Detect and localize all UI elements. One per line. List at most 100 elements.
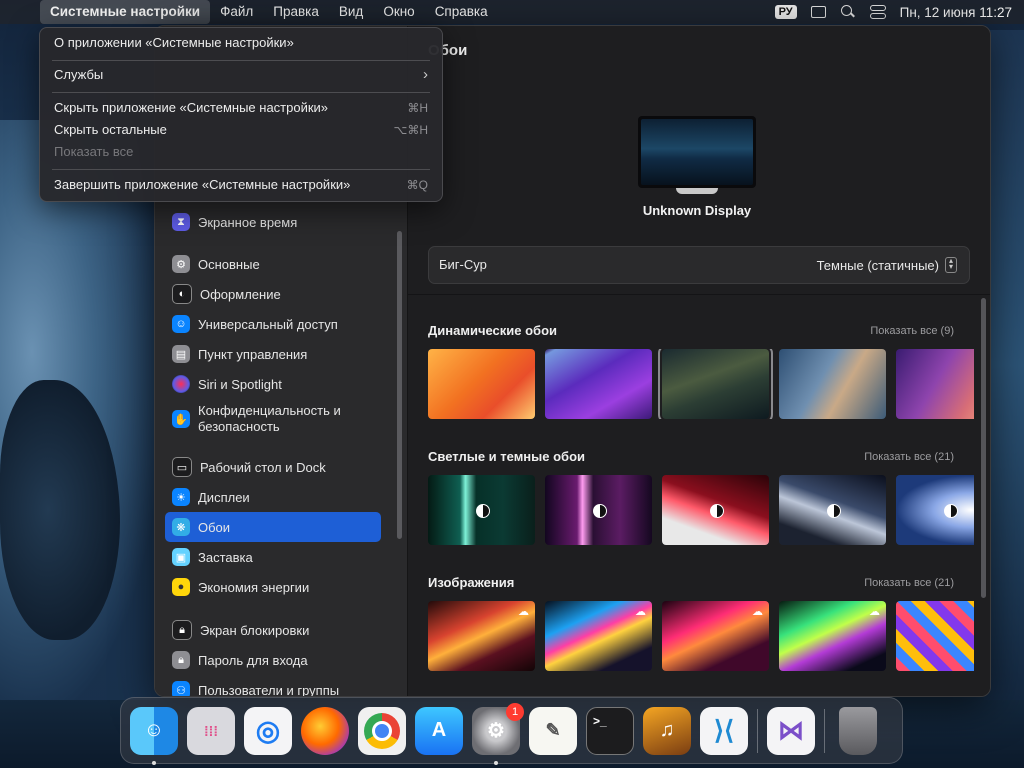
vscode-icon[interactable]: ⟩⟨ [700, 706, 748, 755]
sidebar-item-control-center[interactable]: ▤ Пункт управления [165, 341, 381, 367]
download-cloud-icon[interactable]: ☁ [869, 605, 880, 618]
wallpaper-thumbnail[interactable] [896, 349, 974, 419]
chevron-right-icon: › [423, 66, 428, 83]
firefox-icon[interactable] [301, 706, 349, 755]
menu-window[interactable]: Окно [373, 0, 424, 24]
wallpaper-picker[interactable]: Биг-Сур Темные (статичные) ▴ ▾ [428, 246, 970, 284]
section-title-dynamic: Динамические обои [428, 323, 558, 338]
section-title-light-dark: Светлые и темные обои [428, 449, 586, 464]
sidebar-item-label: Оформление [200, 286, 281, 302]
menu-separator [52, 92, 430, 93]
show-all-light-dark-button[interactable]: Показать все (21) [864, 451, 954, 463]
siri-icon [172, 375, 190, 393]
menu-edit[interactable]: Правка [263, 0, 329, 24]
app-menu[interactable]: Системные настройки [40, 0, 211, 24]
show-all-images-button[interactable]: Показать все (21) [864, 577, 954, 589]
sidebar-item-appearance[interactable]: ◐ Оформление [165, 281, 381, 307]
garageband-icon[interactable]: ♫ [643, 706, 691, 755]
current-wallpaper-name: Биг-Сур [439, 257, 487, 272]
light-dark-icon [475, 504, 490, 518]
sidebar-item-label: Заставка [198, 549, 253, 565]
wallpaper-thumbnail[interactable]: ☁ [779, 601, 886, 671]
menu-item-label: Скрыть приложение «Системные настройки» [54, 100, 329, 115]
wallpaper-thumbnail[interactable]: ☁ [545, 601, 652, 671]
screen-mirroring-icon[interactable] [810, 6, 826, 18]
wallpaper-thumbnail[interactable] [779, 475, 886, 545]
download-cloud-icon[interactable]: ☁ [752, 605, 763, 618]
download-cloud-icon[interactable]: ☁ [518, 605, 529, 618]
menu-separator [52, 169, 430, 170]
sidebar-item-accessibility[interactable]: ☺ Универсальный доступ [165, 311, 381, 337]
sidebar-item-siri[interactable]: Siri и Spotlight [165, 371, 381, 397]
shortcut-label: ⌥⌘H [393, 123, 429, 137]
display-stand [676, 188, 718, 194]
sidebar-item-energy[interactable]: ● Экономия энергии [165, 574, 381, 600]
safari-icon[interactable]: ◎ [244, 706, 292, 755]
appearance-mode-select[interactable]: Темные (статичные) ▴ ▾ [817, 257, 957, 273]
light-dark-wallpapers-row [428, 475, 974, 545]
textedit-icon[interactable]: ✎ [529, 706, 577, 755]
sidebar-item-lock-screen[interactable]: 🔒︎ Экран блокировки [165, 617, 381, 643]
sidebar-item-login-password[interactable]: 🔒︎ Пароль для входа [165, 647, 381, 673]
sidebar-item-users-groups[interactable]: ⚇ Пользователи и группы [165, 677, 381, 697]
menu-item-about[interactable]: О приложении «Системные настройки» [54, 34, 428, 52]
content-scrollbar[interactable] [981, 298, 986, 598]
sidebar-item-label: Рабочий стол и Dock [200, 459, 326, 475]
wallpaper-thumbnail-selected[interactable] [658, 349, 773, 419]
launchpad-icon[interactable]: ⁞⁞⁞ [187, 706, 235, 755]
control-center-icon[interactable] [869, 5, 886, 19]
menubar-clock[interactable]: Пн, 12 июня 11:27 [900, 5, 1012, 20]
wallpaper-thumbnail[interactable]: ☁ [428, 601, 535, 671]
hourglass-icon: ⧗ [172, 213, 190, 231]
show-all-dynamic-button[interactable]: Показать все (9) [870, 325, 954, 337]
menu-item-hide-app[interactable]: Скрыть приложение «Системные настройки» … [54, 99, 428, 117]
wallpaper-thumbnail[interactable] [896, 475, 974, 545]
menu-item-services[interactable]: Службы › [54, 66, 428, 84]
visual-studio-icon[interactable]: ⋈ [767, 706, 815, 755]
menu-item-label: Скрыть остальные [54, 122, 167, 137]
sidebar-item-displays[interactable]: ☀ Дисплеи [165, 484, 381, 510]
sidebar-item-label: Пользователи и группы [198, 682, 340, 697]
trash-icon[interactable] [839, 706, 877, 755]
sidebar-item-label: Siri и Spotlight [198, 376, 282, 392]
light-dark-icon [943, 504, 958, 518]
menu-help[interactable]: Справка [425, 0, 498, 24]
menu-file[interactable]: Файл [210, 0, 263, 24]
bulb-icon: ● [172, 578, 190, 596]
sidebar-item-desktop-dock[interactable]: ▭ Рабочий стол и Dock [165, 454, 381, 480]
menu-item-label: Показать все [54, 144, 134, 159]
sidebar-item-screen-time[interactable]: ⧗ Экранное время [165, 209, 381, 235]
sidebar-item-screensaver[interactable]: ▣ Заставка [165, 544, 381, 570]
wallpaper-thumbnail[interactable]: ☁ [662, 601, 769, 671]
wallpaper-thumbnail[interactable] [662, 475, 769, 545]
wallpaper-icon: ❋ [172, 518, 190, 536]
download-cloud-icon[interactable]: ☁ [635, 605, 646, 618]
finder-icon[interactable]: ☺ [130, 706, 178, 765]
system-settings-icon[interactable]: ⚙ 1 [472, 702, 524, 765]
wallpaper-thumbnail[interactable] [428, 349, 535, 419]
chrome-icon[interactable] [358, 706, 406, 755]
sidebar-item-privacy[interactable]: ✋ Конфиденциальность и безопасность [165, 401, 381, 437]
sidebar-item-wallpaper[interactable]: ❋ Обои [165, 512, 381, 542]
sidebar-item-label: Экран блокировки [200, 622, 310, 638]
wallpaper-thumbnail[interactable] [545, 349, 652, 419]
terminal-icon[interactable]: >_ [586, 706, 634, 755]
spotlight-search-icon[interactable] [840, 5, 856, 19]
wallpaper-thumbnail[interactable] [545, 475, 652, 545]
menu-item-label: Службы [54, 67, 104, 82]
wallpaper-thumbnail[interactable] [428, 475, 535, 545]
sidebar-item-general[interactable]: ⚙ Основные [165, 251, 381, 277]
app-store-icon[interactable]: A [415, 706, 463, 755]
menu-item-hide-others[interactable]: Скрыть остальные ⌥⌘H [54, 121, 428, 139]
wallpaper-thumbnail[interactable] [779, 349, 886, 419]
menu-item-quit[interactable]: Завершить приложение «Системные настройк… [54, 176, 428, 194]
wallpaper-thumbnail[interactable] [896, 601, 974, 671]
sidebar-scrollbar[interactable] [397, 231, 402, 539]
lock-icon: 🔒︎ [172, 651, 190, 669]
dock-separator [757, 708, 758, 753]
menu-bar: Системные настройки Файл Правка Вид Окно… [0, 0, 1024, 24]
section-title-images: Изображения [428, 575, 515, 590]
light-dark-icon [826, 504, 841, 518]
input-source-badge[interactable]: РУ [774, 5, 797, 19]
menu-view[interactable]: Вид [329, 0, 373, 24]
